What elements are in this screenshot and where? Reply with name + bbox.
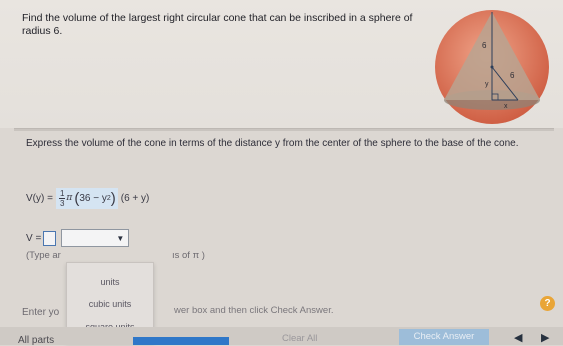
problem-statement: Find the volume of the largest right cir…: [22, 12, 413, 37]
type-hint-right: ıs of π ): [172, 250, 205, 261]
fraction-numerator: 1: [58, 188, 66, 199]
dropdown-option-units[interactable]: units: [67, 277, 153, 287]
check-answer-button[interactable]: Check Answer: [399, 329, 489, 345]
label-radius-top: 6: [482, 41, 487, 50]
progress-strip: [133, 337, 229, 345]
previous-arrow-icon[interactable]: ◀: [514, 331, 522, 344]
volume-formula: V(y) = 1 3 π ( 36 − y2 ) (6 + y): [26, 181, 149, 215]
sphere-cone-figure: 6 6 y x: [430, 8, 554, 126]
formula-inner: 36 − y: [79, 192, 107, 204]
label-x: x: [504, 103, 508, 110]
answer-row: V = ▼: [26, 228, 130, 248]
pi-symbol: π: [66, 193, 73, 203]
label-y: y: [485, 81, 489, 88]
chevron-down-icon: ▼: [116, 234, 125, 243]
label-slant-radius: 6: [510, 71, 515, 80]
all-parts-link[interactable]: All parts: [18, 335, 54, 346]
fraction: 1 3: [58, 188, 66, 208]
dropdown-option-cubic-units[interactable]: cubic units: [67, 299, 153, 309]
enter-hint-left: Enter yo: [22, 307, 60, 318]
enter-hint-right: wer box and then click Check Answer.: [174, 305, 334, 316]
formula-highlight: 1 3 π ( 36 − y2 ): [55, 187, 118, 209]
clear-all-button[interactable]: Clear All: [282, 333, 317, 344]
center-point: [490, 65, 494, 69]
next-arrow-icon[interactable]: ▶: [541, 331, 549, 344]
section-divider: [14, 128, 554, 131]
formula-lhs: V(y) =: [26, 192, 53, 204]
answer-input[interactable]: [43, 230, 57, 246]
unit-select[interactable]: ▼: [61, 229, 130, 247]
fraction-denominator: 3: [59, 198, 65, 208]
type-hint-left: (Type ar: [26, 250, 61, 261]
formula-factor: (6 + y): [120, 192, 150, 204]
instruction-text: Express the volume of the cone in terms …: [26, 138, 519, 149]
help-button[interactable]: ?: [540, 296, 555, 311]
answer-prefix: V =: [26, 232, 42, 244]
close-paren: ): [110, 189, 116, 207]
